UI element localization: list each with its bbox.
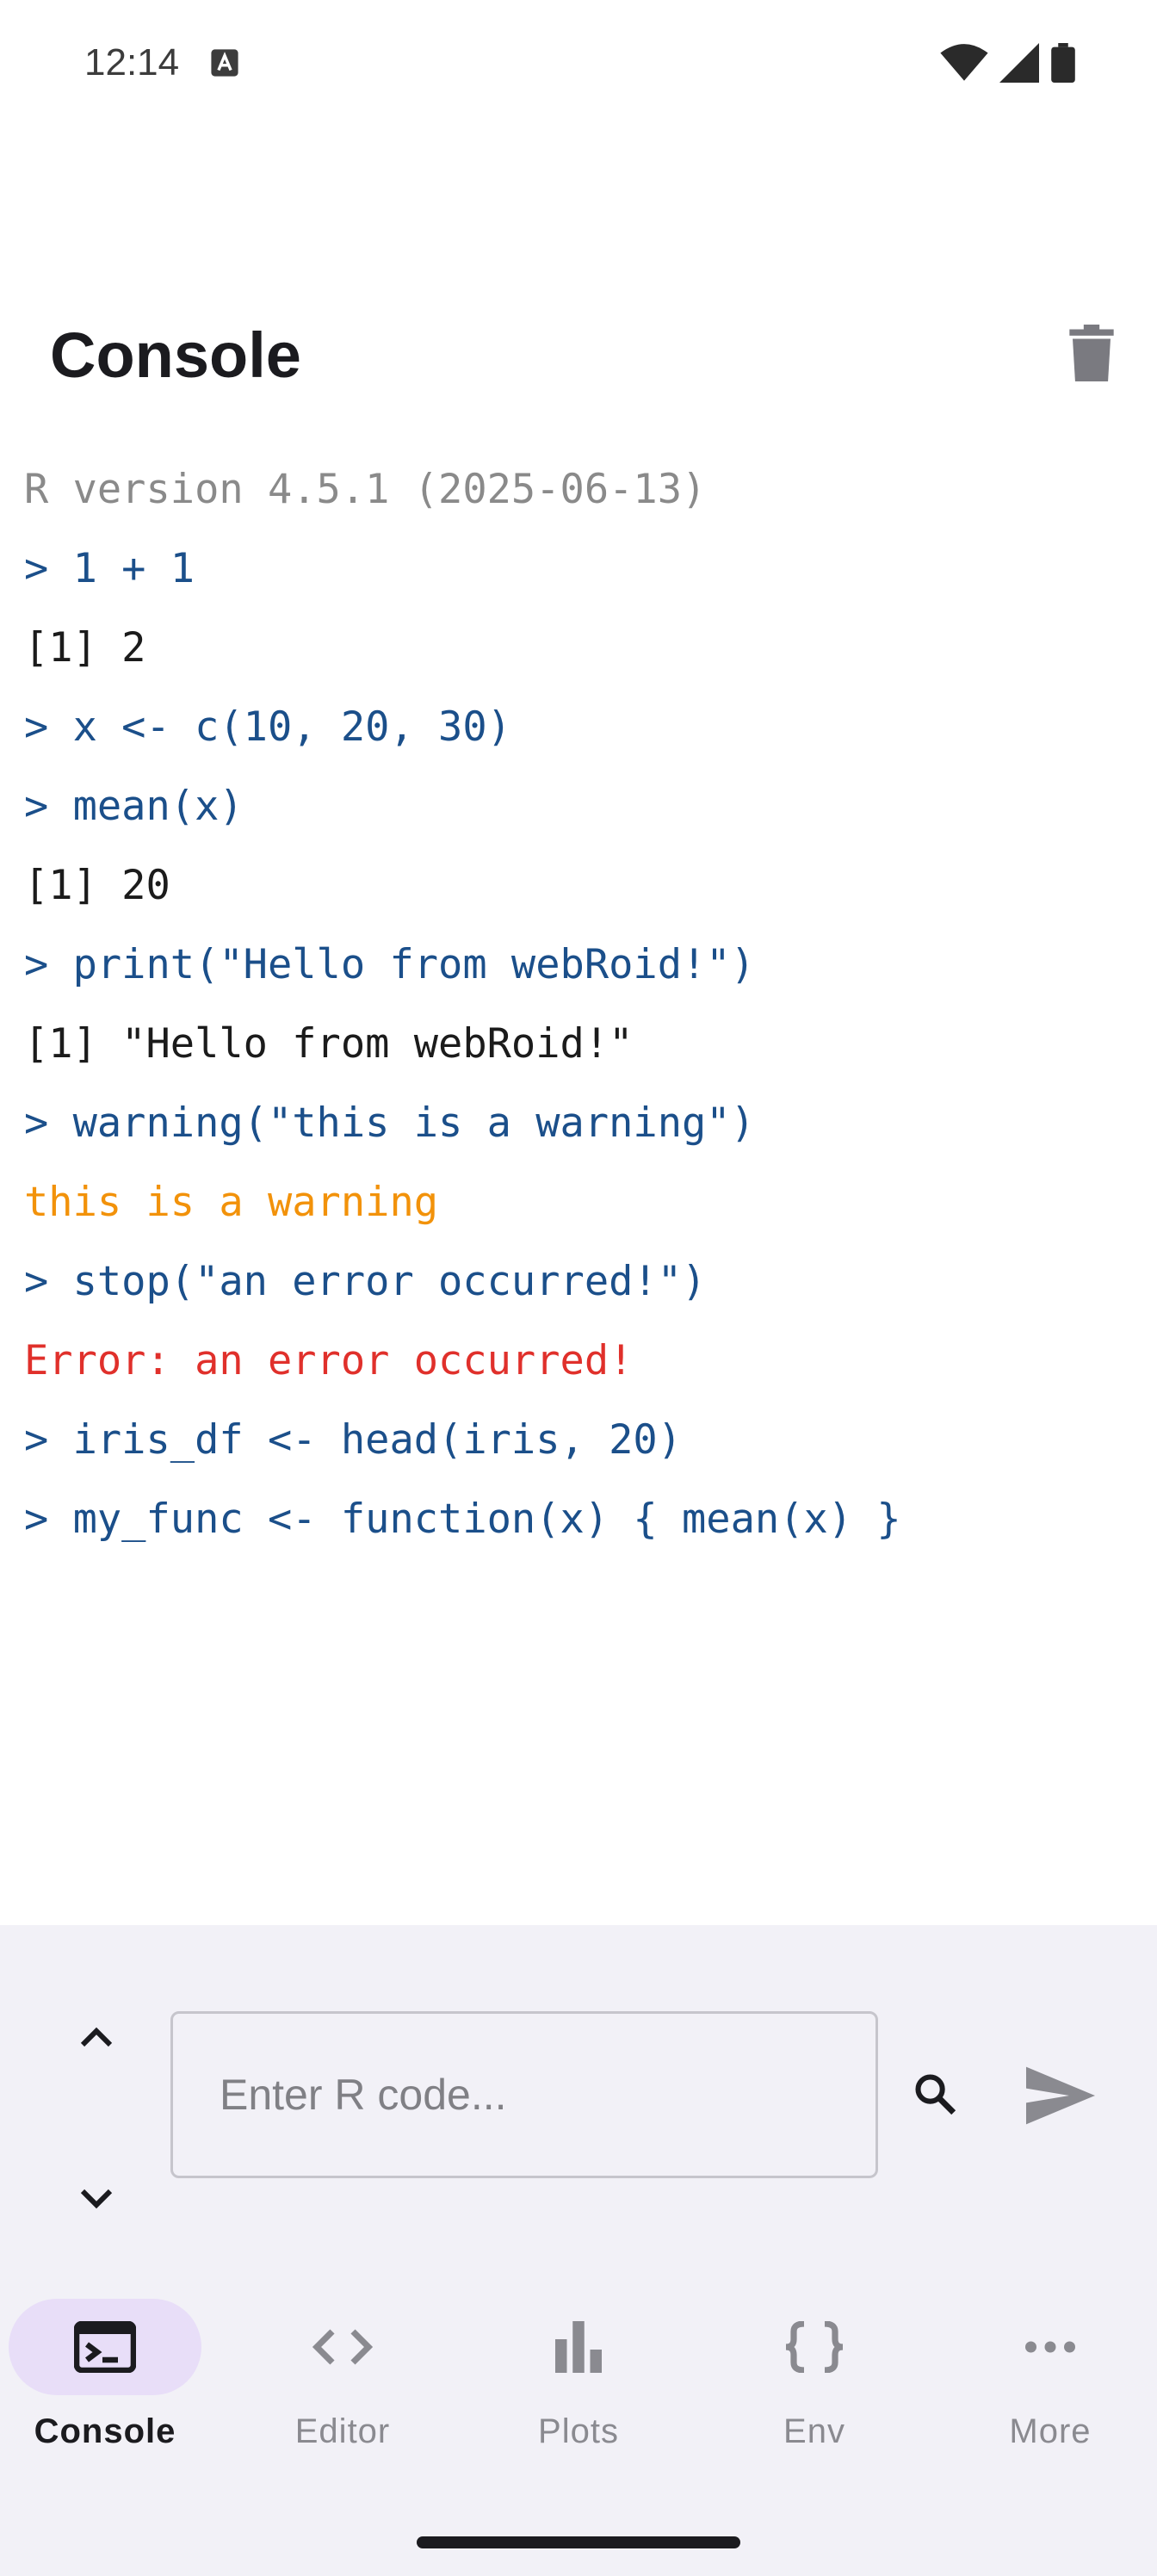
nav-env[interactable]: Env — [711, 2299, 918, 2454]
status-bar: 12:14 — [0, 0, 1157, 129]
console-line-error: Error: an error occurred! — [24, 1337, 634, 1384]
nav-plots-pill — [482, 2299, 675, 2395]
console-output: R version 4.5.1 (2025-06-13) > 1 + 1 [1] 2… — [24, 461, 1135, 1570]
home-indicator[interactable] — [417, 2536, 740, 2548]
input-area — [0, 1925, 1157, 2252]
trash-icon — [1069, 325, 1114, 381]
send-icon — [1026, 2066, 1095, 2125]
console-line-input: > stop("an error occurred!") — [24, 1258, 707, 1305]
braces-icon — [785, 2321, 844, 2373]
nav-editor-pill — [246, 2299, 439, 2395]
nav-console[interactable]: Console — [2, 2299, 208, 2454]
console-line-input: > warning("this is a warning") — [24, 1099, 755, 1147]
nav-env-label: Env — [783, 2412, 845, 2450]
console-line-input: > x <- c(10, 20, 30) — [24, 703, 511, 751]
status-icons — [940, 43, 1076, 83]
console-line-warning: this is a warning — [24, 1179, 439, 1226]
code-icon — [312, 2329, 374, 2365]
nav-editor[interactable]: Editor — [239, 2299, 446, 2454]
status-time: 12:14 — [84, 41, 180, 84]
nav-more[interactable]: More — [947, 2299, 1154, 2454]
wifi-icon — [940, 44, 988, 81]
signal-icon — [999, 43, 1039, 83]
a-notification-icon — [211, 49, 238, 77]
console-line-output: [1] 20 — [24, 862, 170, 909]
page-title: Console — [50, 319, 301, 391]
bar-chart-icon — [555, 2321, 602, 2373]
console-line-output: [1] 2 — [24, 624, 146, 672]
nav-plots[interactable]: Plots — [475, 2299, 682, 2454]
history-down-button[interactable] — [62, 2164, 131, 2233]
app-screen: 12:14 Console R version 4.5.1 (2025-06-1… — [0, 0, 1157, 2576]
console-header: Console — [0, 293, 1157, 413]
console-line-info: R version 4.5.1 (2025-06-13) — [24, 466, 707, 513]
console-line-input: > 1 + 1 — [24, 545, 195, 592]
history-up-button[interactable] — [62, 2003, 131, 2071]
chevron-down-icon — [80, 2189, 113, 2209]
console-line-input: > mean(x) — [24, 783, 244, 830]
nav-editor-label: Editor — [294, 2412, 391, 2450]
battery-icon — [1051, 43, 1075, 83]
r-code-input[interactable] — [170, 2011, 878, 2178]
console-line-input: > my_func <- function(x) { mean(x) } — [24, 1495, 901, 1543]
terminal-icon — [74, 2321, 136, 2373]
nav-more-pill — [954, 2299, 1147, 2395]
nav-console-pill — [9, 2299, 201, 2395]
clear-console-button[interactable] — [1057, 319, 1126, 387]
nav-more-label: More — [1009, 2412, 1092, 2450]
nav-env-pill — [718, 2299, 911, 2395]
nav-plots-label: Plots — [538, 2412, 619, 2450]
chevron-up-icon — [80, 2027, 113, 2047]
console-line-output: [1] "Hello from webRoid!" — [24, 1020, 634, 1068]
search-button[interactable] — [900, 2059, 969, 2128]
console-line-input: > iris_df <- head(iris, 20) — [24, 1416, 683, 1464]
bottom-navigation: Console Editor Plots Env More — [0, 2252, 1157, 2576]
send-button[interactable] — [1019, 2054, 1102, 2137]
console-line-input: > print("Hello from webRoid!") — [24, 941, 755, 988]
nav-console-label: Console — [34, 2412, 176, 2450]
more-horiz-icon — [1025, 2341, 1075, 2353]
search-icon — [915, 2074, 956, 2115]
